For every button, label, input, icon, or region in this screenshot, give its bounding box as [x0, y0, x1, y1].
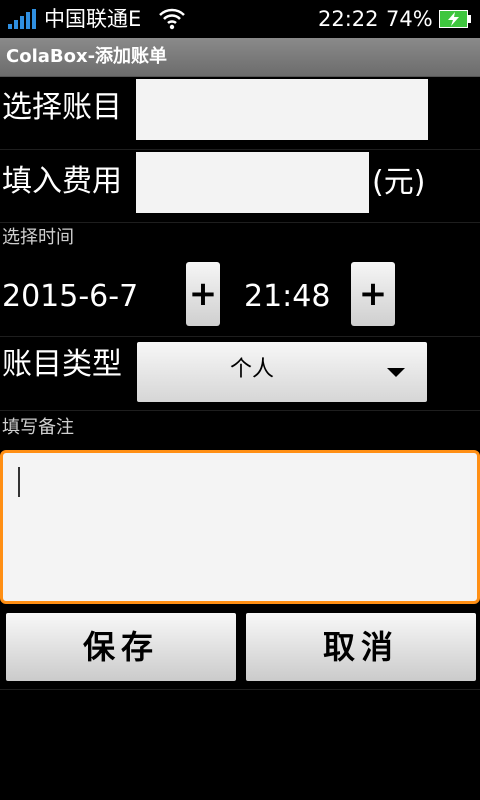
dropdown-selected-value: 个人	[229, 357, 274, 382]
type-label: 账目类型	[2, 347, 122, 382]
divider	[0, 336, 480, 337]
title-bar: ColaBox-添加账单	[0, 38, 480, 77]
time-section-label: 选择时间	[2, 227, 74, 248]
carrier-name: 中国联通E	[44, 7, 142, 31]
text-cursor	[18, 467, 20, 497]
chevron-down-icon	[387, 368, 405, 377]
account-input[interactable]	[136, 79, 428, 140]
divider	[0, 689, 480, 690]
divider	[0, 410, 480, 411]
amount-input[interactable]	[136, 152, 369, 213]
status-bar: 中国联通E 22:22 74%	[0, 0, 480, 38]
screen: 中国联通E 22:22 74% ColaBox-添加账单 选择账目 填入费用 (…	[0, 0, 480, 800]
notes-textarea[interactable]	[0, 450, 480, 604]
account-type-dropdown[interactable]: 个人	[137, 342, 427, 402]
notes-section-label: 填写备注	[2, 417, 74, 438]
plus-icon: +	[358, 274, 388, 314]
cancel-button[interactable]: 取消	[246, 613, 476, 681]
account-label: 选择账目	[2, 90, 122, 125]
battery-percent: 74%	[386, 7, 433, 31]
time-value: 21:48	[244, 279, 331, 314]
app-title: ColaBox-添加账单	[6, 46, 168, 67]
time-stepper-button[interactable]: +	[351, 262, 395, 326]
signal-icon	[8, 9, 38, 29]
divider	[0, 149, 480, 150]
date-stepper-button[interactable]: +	[186, 262, 220, 326]
save-button[interactable]: 保存	[6, 613, 236, 681]
status-time: 22:22	[318, 7, 379, 31]
amount-label: 填入费用	[2, 164, 122, 199]
plus-icon: +	[188, 274, 218, 314]
battery-charging-icon	[439, 10, 471, 28]
date-value: 2015-6-7	[2, 279, 139, 314]
amount-unit: (元)	[372, 165, 426, 200]
wifi-icon	[159, 8, 185, 30]
divider	[0, 222, 480, 223]
